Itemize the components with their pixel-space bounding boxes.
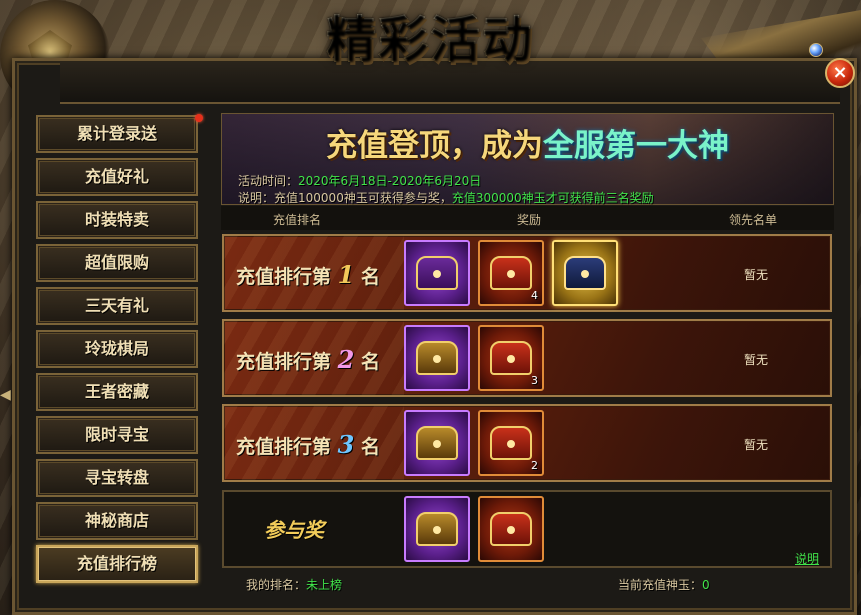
sidebar-item-king-treasure[interactable]: 王者密藏: [36, 373, 198, 411]
reward-count: 2: [531, 459, 538, 472]
participation-label: 参与奖: [264, 518, 324, 542]
activity-sidebar: 累计登录送 充值好礼 时装特卖 超值限购 三天有礼 玲珑棋局 王者密藏 限时寻宝…: [26, 108, 212, 598]
reward-chest-red[interactable]: [478, 496, 544, 562]
chest-icon: [564, 256, 606, 290]
reward-chest-gold[interactable]: [552, 240, 618, 306]
rank-row-2: 充值排行第 2 名 3 暂无: [222, 319, 832, 397]
rank-number: 2: [337, 345, 355, 374]
chest-icon: [416, 426, 458, 460]
current-recharge-label: 当前充值神玉：: [618, 578, 703, 592]
close-button[interactable]: ×: [825, 58, 855, 88]
rank-suffix: 名: [360, 351, 380, 373]
sidebar-item-chess-board[interactable]: 玲珑棋局: [36, 330, 198, 368]
participation-row: 参与奖: [222, 490, 832, 568]
rank-prefix: 充值排行第: [236, 351, 332, 373]
headline-text: 充值登顶，成为: [326, 128, 543, 164]
sidebar-item-limited-hunt[interactable]: 限时寻宝: [36, 416, 198, 454]
sidebar-item-recharge-ranking[interactable]: 充值排行榜: [36, 545, 198, 583]
reward-chest-red[interactable]: 3: [478, 325, 544, 391]
sidebar-item-treasure-wheel[interactable]: 寻宝转盘: [36, 459, 198, 497]
event-desc-label: 说明：: [238, 191, 275, 205]
current-recharge-value: 0: [702, 578, 710, 592]
event-desc-part1: 充值100000神玉可获得参与奖，: [274, 191, 452, 205]
chest-icon: [490, 256, 532, 290]
my-rank-label: 我的排名：: [246, 578, 307, 592]
reward-count: 4: [531, 289, 538, 302]
event-desc: 说明：充值100000神玉可获得参与奖，充值300000神玉才可获得前三名奖励: [238, 189, 654, 206]
rank-suffix: 名: [360, 436, 380, 458]
event-time: 活动时间：2020年6月18日-2020年6月20日: [238, 172, 481, 189]
reward-chest-purple[interactable]: [404, 240, 470, 306]
col-leader: 领先名单: [729, 213, 778, 227]
event-time-label: 活动时间：: [238, 174, 299, 188]
my-rank-value: 未上榜: [306, 578, 343, 592]
chest-icon: [490, 426, 532, 460]
current-recharge: 当前充值神玉：0: [618, 576, 710, 593]
reward-chest-purple[interactable]: [404, 325, 470, 391]
chest-icon: [416, 341, 458, 375]
reward-count: 3: [531, 374, 538, 387]
rank-label-1: 充值排行第 1 名: [236, 260, 396, 289]
sidebar-item-limited-buy[interactable]: 超值限购: [36, 244, 198, 282]
rank-row-3: 充值排行第 3 名 2 暂无: [222, 404, 832, 482]
chest-icon: [490, 341, 532, 375]
event-time-value: 2020年6月18日-2020年6月20日: [298, 174, 482, 188]
banner-headline: 充值登顶，成为全服第一大神: [222, 120, 833, 165]
event-banner: 充值登顶，成为全服第一大神 活动时间：2020年6月18日-2020年6月20日…: [221, 113, 834, 205]
gem-icon: [809, 43, 823, 57]
rank-status: 暂无: [744, 268, 769, 282]
sidebar-item-fashion-sale[interactable]: 时装特卖: [36, 201, 198, 239]
rank-label-3: 充值排行第 3 名: [236, 430, 396, 459]
chest-icon: [416, 256, 458, 290]
my-rank: 我的排名：未上榜: [246, 576, 342, 593]
col-reward: 奖励: [517, 213, 542, 227]
event-desc-part2: 充值300000神玉才可获得前三名奖励: [451, 191, 654, 205]
reward-chest-purple[interactable]: [404, 496, 470, 562]
left-arrow-icon: ◀: [0, 387, 11, 403]
reward-chest-red[interactable]: 4: [478, 240, 544, 306]
explain-link[interactable]: 说明: [795, 550, 819, 567]
rank-status: 暂无: [744, 353, 769, 367]
rank-row-1: 充值排行第 1 名 4 暂无: [222, 234, 832, 312]
rank-label-2: 充值排行第 2 名: [236, 345, 396, 374]
sidebar-item-three-day-gift[interactable]: 三天有礼: [36, 287, 198, 325]
chest-icon: [416, 512, 458, 546]
rank-suffix: 名: [360, 266, 380, 288]
sidebar-item-mystery-shop[interactable]: 神秘商店: [36, 502, 198, 540]
reward-chest-purple[interactable]: [404, 410, 470, 476]
rank-status: 暂无: [744, 438, 769, 452]
rank-prefix: 充值排行第: [236, 266, 332, 288]
rank-prefix: 充值排行第: [236, 436, 332, 458]
col-rank: 充值排名: [273, 213, 322, 227]
rank-number: 1: [337, 260, 355, 289]
chest-icon: [490, 512, 532, 546]
window-title: 精彩活动: [300, 8, 560, 72]
sidebar-item-recharge-gift[interactable]: 充值好礼: [36, 158, 198, 196]
notification-dot: [195, 114, 203, 122]
sidebar-item-login[interactable]: 累计登录送: [36, 115, 198, 153]
reward-chest-red[interactable]: 2: [478, 410, 544, 476]
column-headers: 充值排名 奖励 领先名单: [221, 206, 834, 230]
rank-number: 3: [337, 430, 355, 459]
headline-highlight: 全服第一大神: [543, 128, 729, 164]
